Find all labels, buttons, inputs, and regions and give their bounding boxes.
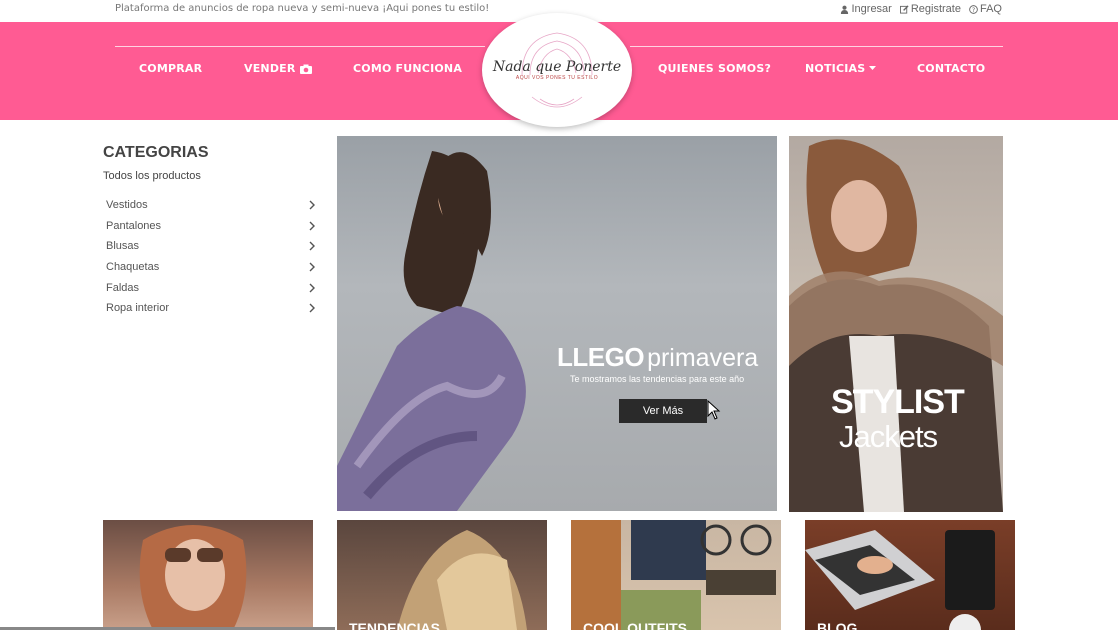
thumbnail-caption: COOL OUTFITS — [583, 620, 687, 630]
nav-como-funciona[interactable]: COMO FUNCIONA — [353, 62, 462, 75]
all-products-link[interactable]: Todos los productos — [103, 170, 201, 182]
jacket-model-image — [789, 139, 1003, 512]
nav-contacto[interactable]: CONTACTO — [917, 62, 985, 75]
thumbnail-blog[interactable]: BLOG — [805, 520, 1015, 630]
nav-noticias[interactable]: NOTICIAS — [805, 62, 877, 75]
chevron-right-icon — [309, 283, 315, 293]
logo-title: Nada que Ponerte — [492, 59, 622, 75]
category-label: Faldas — [106, 281, 140, 294]
nav-noticias-label: NOTICIAS — [805, 62, 866, 75]
user-icon — [841, 5, 849, 14]
nav-comprar[interactable]: COMPRAR — [139, 62, 202, 75]
login-link[interactable]: Ingresar — [840, 3, 892, 15]
category-item-faldas[interactable]: Faldas — [106, 277, 316, 298]
category-list: Vestidos Pantalones Blusas Chaquetas Fal… — [106, 195, 316, 319]
faq-label: FAQ — [979, 3, 1002, 15]
thumbnail-tendencias[interactable]: TENDENCIAS — [337, 520, 547, 630]
stylist-title: STYLIST — [831, 383, 965, 421]
site-tagline: Plataforma de anuncios de ropa nueva y s… — [115, 3, 490, 14]
category-label: Ropa interior — [106, 302, 169, 315]
nav-quienes-somos[interactable]: QUIENES SOMOS? — [658, 62, 771, 75]
stylist-jackets-banner[interactable]: STYLIST Jackets — [789, 136, 1003, 512]
category-label: Vestidos — [106, 199, 148, 212]
nav-vender[interactable]: VENDER — [244, 62, 312, 75]
hero-banner[interactable]: LLEGO primavera Te mostramos las tendenc… — [337, 136, 777, 511]
thumbnail-image — [397, 530, 527, 630]
hero-headline: LLEGO primavera — [557, 342, 758, 373]
thumbnail-image — [139, 525, 247, 630]
hero-subtitle: Te mostramos las tendencias para este añ… — [570, 374, 745, 384]
chevron-right-icon — [309, 200, 315, 210]
logo-subtitle: AQUI VOS PONES TU ESTILO — [515, 75, 599, 81]
help-icon: ? — [969, 4, 978, 13]
thumbnail-cool-outfits[interactable]: COOL OUTFITS — [571, 520, 781, 630]
hero-headline-light: primavera — [647, 344, 759, 372]
nav-comprar-label: COMPRAR — [139, 62, 203, 75]
category-label: Pantalones — [106, 219, 162, 232]
thumbnail-caption: BLOG — [817, 620, 858, 630]
category-item-chaquetas[interactable]: Chaquetas — [106, 257, 316, 278]
edit-icon — [899, 4, 909, 14]
mouse-cursor-icon — [707, 400, 721, 420]
nav-como-funciona-label: COMO FUNCIONA — [353, 62, 463, 75]
svg-text:?: ? — [972, 6, 975, 13]
thumbnail-image — [571, 520, 776, 630]
site-logo[interactable]: Nada que Ponerte AQUI VOS PONES TU ESTIL… — [482, 13, 632, 127]
thumbnail-caption: TENDENCIAS — [349, 620, 441, 630]
jackets-title: Jackets — [839, 419, 938, 454]
hero-model-image — [337, 151, 526, 511]
chevron-right-icon — [309, 221, 315, 231]
nav-vender-label: VENDER — [244, 62, 296, 75]
thumbnail-card-1[interactable] — [103, 520, 313, 630]
category-item-pantalones[interactable]: Pantalones — [106, 216, 316, 237]
category-item-vestidos[interactable]: Vestidos — [106, 195, 316, 216]
faq-link[interactable]: ? FAQ — [969, 3, 1002, 15]
thumbnail-image — [805, 530, 995, 630]
ver-mas-button[interactable]: Ver Más — [619, 399, 707, 423]
login-label: Ingresar — [851, 3, 892, 15]
camera-icon — [299, 64, 312, 74]
nav-divider-right — [630, 46, 1003, 47]
category-label: Blusas — [106, 240, 140, 253]
top-links: Ingresar Registrate ? FAQ — [840, 3, 1002, 15]
category-label: Chaquetas — [106, 261, 160, 274]
category-item-ropa-interior[interactable]: Ropa interior — [106, 298, 316, 319]
register-label: Registrate — [910, 3, 961, 15]
nav-divider-left — [115, 46, 485, 47]
hero-headline-bold: LLEGO — [557, 342, 645, 372]
chevron-right-icon — [309, 241, 315, 251]
chevron-right-icon — [309, 262, 315, 272]
categories-title: CATEGORIAS — [103, 144, 209, 161]
nav-quienes-somos-label: QUIENES SOMOS? — [658, 62, 772, 75]
category-item-blusas[interactable]: Blusas — [106, 236, 316, 257]
register-link[interactable]: Registrate — [899, 3, 961, 15]
nav-contacto-label: CONTACTO — [917, 62, 986, 75]
caret-down-icon — [869, 66, 877, 70]
chevron-right-icon — [309, 303, 315, 313]
